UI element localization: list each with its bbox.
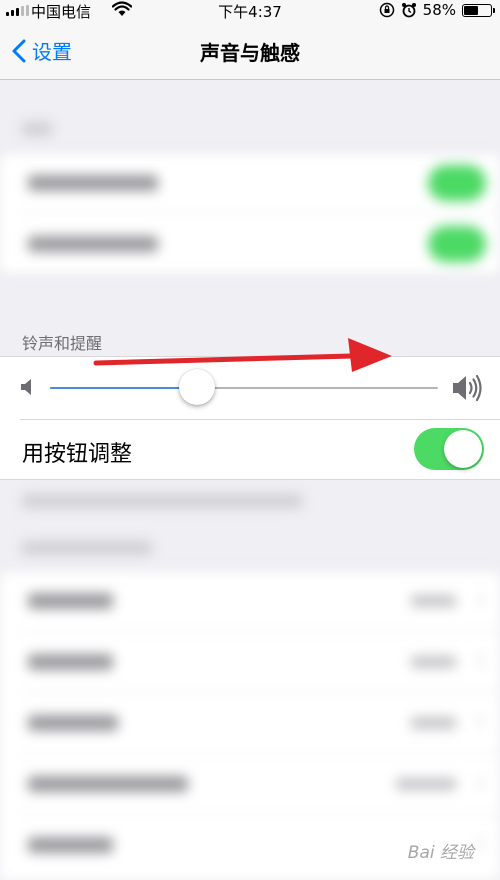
speaker-low-icon (21, 379, 31, 395)
slider-thumb[interactable] (179, 369, 216, 405)
slider-fill (50, 387, 198, 389)
slider-track[interactable] (50, 387, 438, 389)
alarm-icon (401, 3, 416, 18)
blurred-row[interactable] (20, 214, 500, 274)
rotation-lock-icon (379, 2, 394, 18)
blurred-switch[interactable] (428, 226, 486, 262)
section-header-ringer: 铃声和提醒 (22, 334, 103, 353)
chevron-right-icon: › (476, 707, 486, 735)
watermark: Bai 经验 (407, 843, 474, 863)
chevron-right-icon: › (476, 646, 486, 674)
change-with-buttons-switch[interactable] (414, 428, 484, 470)
ringer-group: 用按钮调整 (0, 356, 500, 480)
blurred-switch[interactable] (428, 165, 486, 201)
status-bar: 中国电信 下午4:37 58% (0, 0, 500, 22)
blurred-row[interactable]: › (20, 571, 500, 632)
ringer-volume-slider[interactable] (0, 357, 500, 419)
blurred-row[interactable]: › (20, 632, 500, 693)
page-title: 声音与触感 (200, 41, 300, 65)
blurred-row[interactable]: › (20, 693, 500, 754)
battery-icon (462, 3, 495, 17)
battery-percent: 58% (422, 1, 456, 19)
speaker-high-icon (453, 374, 482, 402)
chevron-right-icon: › (476, 768, 486, 796)
navigation-bar: 设置 声音与触感 (0, 22, 500, 80)
blurred-row[interactable] (20, 153, 500, 214)
change-with-buttons-label: 用按钮调整 (22, 442, 133, 467)
chevron-right-icon: › (476, 585, 486, 613)
chevron-right-icon: › (476, 829, 486, 857)
change-with-buttons-row: 用按钮调整 (0, 420, 500, 479)
switch-knob (444, 430, 482, 468)
blurred-row[interactable]: › (20, 754, 500, 815)
